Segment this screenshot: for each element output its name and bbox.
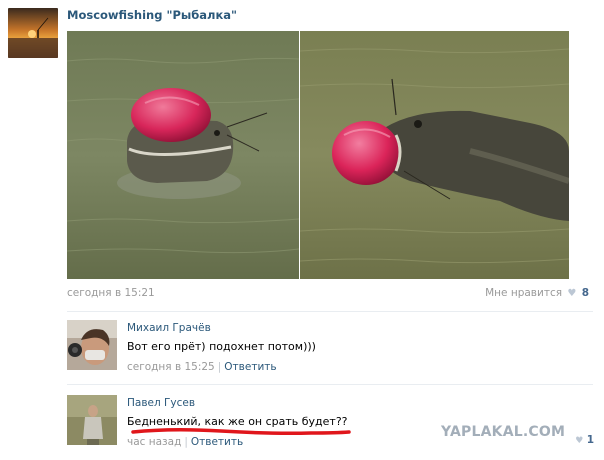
comment-like-button[interactable]: ♥ 1 [575,434,594,446]
catfish-with-ball-photo[interactable] [67,31,299,279]
heart-icon: ♥ [567,288,577,299]
divider [67,311,593,312]
sunset-fishing-avatar-icon [8,8,58,58]
comment-author-link[interactable]: Павел Гусев [127,397,195,409]
group-avatar[interactable] [8,8,58,58]
user-avatar[interactable] [67,395,117,445]
comment: Михаил Грачёв Вот его прёт) подохнет пот… [67,320,593,380]
like-count: 8 [581,287,589,299]
separator: | [217,361,222,373]
divider [67,384,593,385]
comment-like-count: 1 [586,434,594,446]
watermark-text: YAPLAKAL.COM [441,424,566,440]
comment-footer: сегодня в 15:25 | Ответить [127,361,277,373]
comment-text: Вот его прёт) подохнет потом))) [127,340,316,353]
like-label: Мне нравится [485,287,563,299]
heart-icon: ♥ [575,436,584,446]
post-photos [67,31,569,279]
group-name-link[interactable]: Moscowfishing "Рыбалка" [67,8,237,22]
post-timestamp[interactable]: сегодня в 15:21 [67,287,155,299]
red-underline-mark [131,427,351,435]
reply-button[interactable]: Ответить [224,361,276,373]
catfish-with-ball-closeup-photo[interactable] [300,31,569,279]
post-like-button[interactable]: Мне нравится ♥ 8 [485,287,589,299]
comment-author-link[interactable]: Михаил Грачёв [127,322,211,334]
post-meta: сегодня в 15:21 Мне нравится ♥ 8 [67,287,589,303]
user-avatar[interactable] [67,320,117,370]
comment-timestamp[interactable]: сегодня в 15:25 [127,361,215,373]
